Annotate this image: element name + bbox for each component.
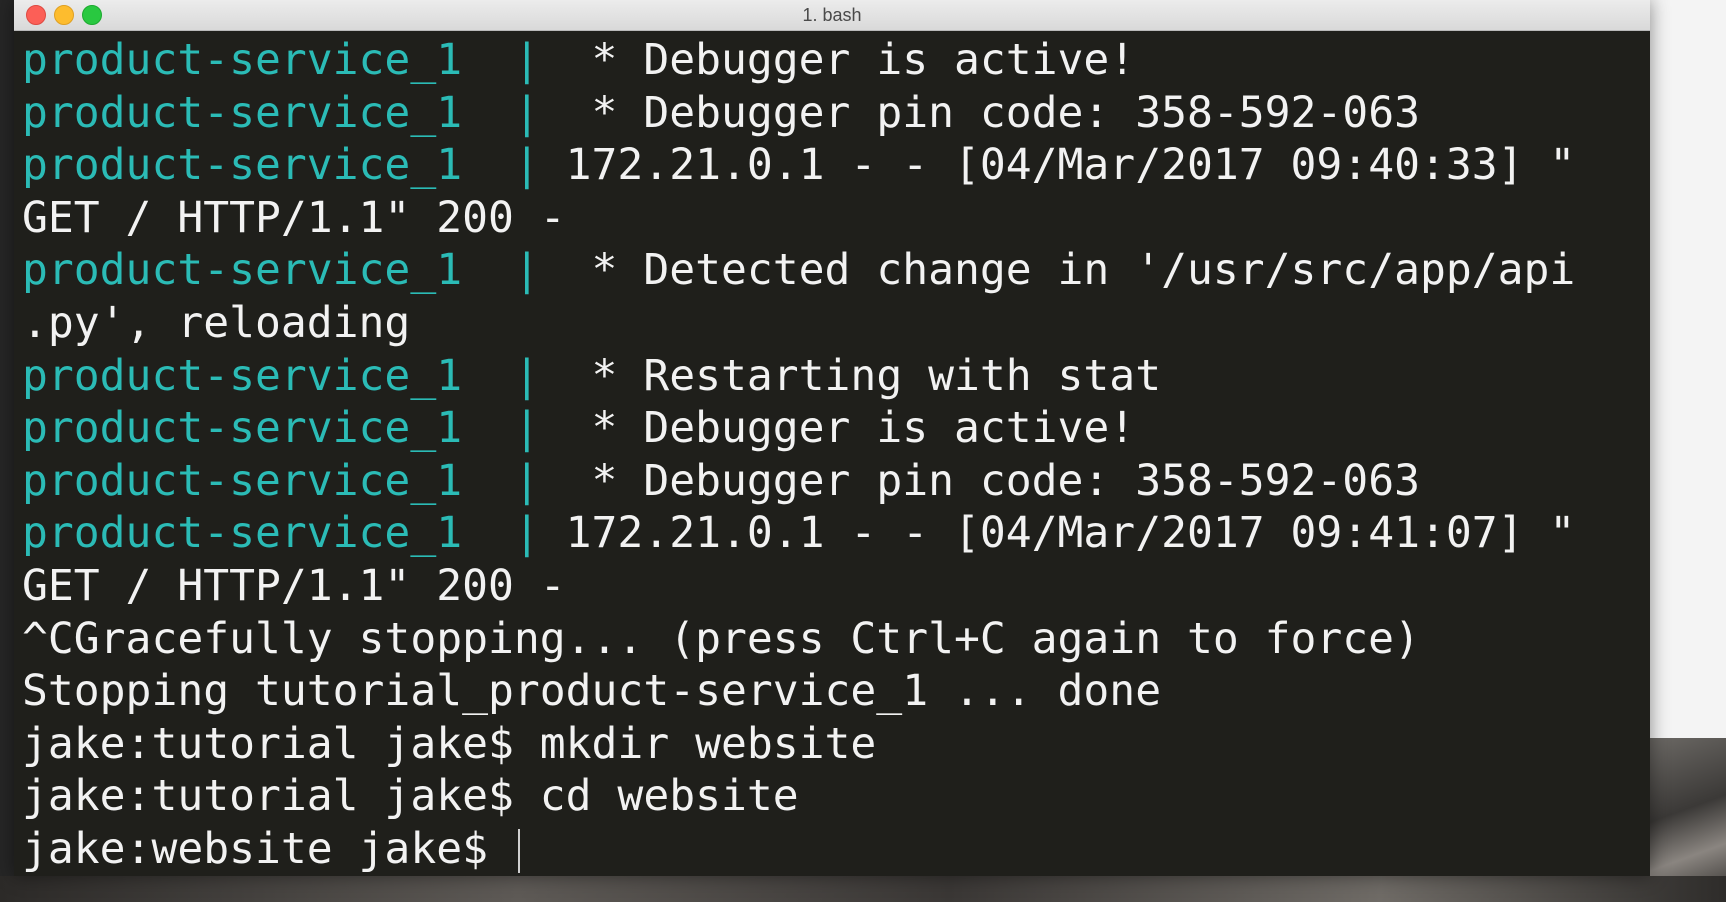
service-prefix: product-service_1 | bbox=[22, 508, 566, 559]
desktop: 1. bash product-service_1 | * Debugger i… bbox=[0, 0, 1726, 902]
line-text: jake:website jake$ bbox=[22, 823, 514, 874]
line-text: 172.21.0.1 - - [04/Mar/2017 09:41:07] " bbox=[565, 508, 1576, 559]
terminal-output[interactable]: product-service_1 | * Debugger is active… bbox=[22, 34, 1642, 874]
line-text: * Restarting with stat bbox=[591, 350, 1162, 401]
text-cursor bbox=[517, 829, 520, 874]
service-prefix: product-service_1 | bbox=[22, 350, 592, 401]
desktop-wallpaper-bottom bbox=[0, 876, 1726, 902]
service-prefix: product-service_1 | bbox=[22, 140, 566, 191]
service-prefix: product-service_1 | bbox=[22, 245, 592, 296]
line-text: * Debugger is active! bbox=[591, 35, 1136, 85]
line-text: GET / HTTP/1.1" 200 - bbox=[22, 560, 566, 611]
line-text: jake:tutorial jake$ mkdir website bbox=[22, 718, 877, 769]
terminal-line: product-service_1 | * Debugger pin code:… bbox=[22, 455, 1642, 508]
terminal-line: product-service_1 | * Detected change in… bbox=[22, 244, 1642, 297]
line-text: jake:tutorial jake$ cd website bbox=[22, 771, 799, 822]
service-prefix: product-service_1 | bbox=[22, 35, 592, 85]
terminal-line: jake:tutorial jake$ cd website bbox=[22, 770, 1642, 823]
service-prefix: product-service_1 | bbox=[22, 403, 592, 454]
service-prefix: product-service_1 | bbox=[22, 455, 592, 506]
terminal-line: jake:website jake$ bbox=[22, 823, 1642, 874]
terminal-line: .py', reloading bbox=[22, 297, 1642, 350]
line-text: ^CGracefully stopping... (press Ctrl+C a… bbox=[22, 613, 1420, 664]
window-title: 1. bash bbox=[802, 5, 862, 25]
line-text: * Detected change in '/usr/src/app/api bbox=[591, 245, 1576, 296]
terminal-line: product-service_1 | * Debugger is active… bbox=[22, 34, 1642, 87]
line-text: GET / HTTP/1.1" 200 - bbox=[22, 192, 566, 243]
line-text: .py', reloading bbox=[22, 297, 411, 348]
terminal-line: product-service_1 | * Restarting with st… bbox=[22, 350, 1642, 403]
terminal-line: product-service_1 | 172.21.0.1 - - [04/M… bbox=[22, 139, 1642, 192]
title-bar[interactable]: 1. bash bbox=[14, 0, 1650, 31]
line-text: * Debugger is active! bbox=[591, 403, 1136, 454]
terminal-line: product-service_1 | * Debugger pin code:… bbox=[22, 87, 1642, 140]
terminal-line: product-service_1 | 172.21.0.1 - - [04/M… bbox=[22, 507, 1642, 560]
terminal-line: GET / HTTP/1.1" 200 - bbox=[22, 192, 1642, 245]
terminal-window: 1. bash product-service_1 | * Debugger i… bbox=[14, 0, 1650, 876]
line-text: * Debugger pin code: 358-592-063 bbox=[591, 455, 1420, 506]
line-text: 172.21.0.1 - - [04/Mar/2017 09:40:33] " bbox=[565, 140, 1576, 191]
service-prefix: product-service_1 | bbox=[22, 87, 592, 138]
terminal-line: jake:tutorial jake$ mkdir website bbox=[22, 718, 1642, 771]
terminal-line: Stopping tutorial_product-service_1 ... … bbox=[22, 665, 1642, 718]
line-text: * Debugger pin code: 358-592-063 bbox=[591, 87, 1420, 138]
terminal-line: GET / HTTP/1.1" 200 - bbox=[22, 560, 1642, 613]
terminal-line: product-service_1 | * Debugger is active… bbox=[22, 402, 1642, 455]
terminal-line: ^CGracefully stopping... (press Ctrl+C a… bbox=[22, 613, 1642, 666]
line-text: Stopping tutorial_product-service_1 ... … bbox=[22, 666, 1162, 717]
